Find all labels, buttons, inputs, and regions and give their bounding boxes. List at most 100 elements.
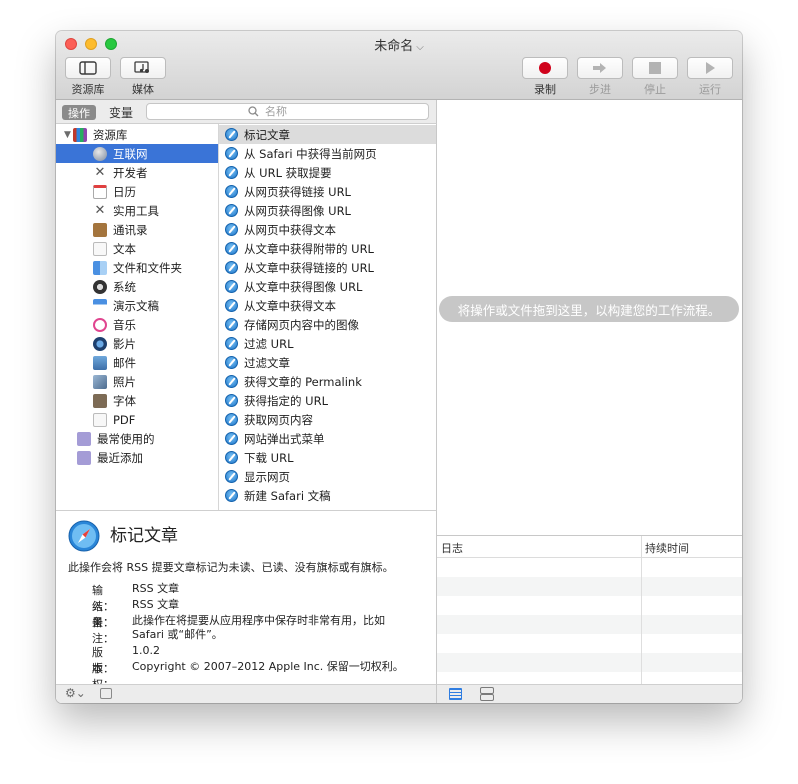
description-title: 标记文章 [110,526,178,546]
step-label: 步进 [589,83,611,96]
action-item[interactable]: 存储网页内容中的图像 [219,315,436,334]
safari-compass-icon [225,299,238,312]
text-document-icon [93,241,107,256]
safari-compass-icon [225,242,238,255]
action-label: 从文章中获得链接的 URL [244,260,374,275]
column-divider [641,536,642,557]
safari-compass-icon [225,413,238,426]
library-item-internet[interactable]: 互联网 [56,144,218,163]
library-item-text[interactable]: 文本 [56,239,218,258]
title-bar: 未命名 ⌵ 资源库 媒体 录制 步进 停止 运行 [56,31,742,100]
window-title-text: 未命名 [374,39,414,54]
library-item-pdf[interactable]: PDF [56,410,218,429]
action-label: 从网页获得图像 URL [244,203,351,218]
record-button[interactable] [522,57,568,79]
description-toggle-icon[interactable] [100,688,112,699]
result-value: RSS 文章 [132,598,180,611]
library-item-utilities[interactable]: ✕ 实用工具 [56,201,218,220]
library-item-label: PDF [113,412,136,427]
safari-compass-icon [225,489,238,502]
library-item-label: 开发者 [113,165,148,180]
duration-column-header[interactable]: 持续时间 [645,540,689,556]
safari-compass-icon [225,432,238,445]
media-button[interactable] [120,57,166,79]
smart-folder-recently-added[interactable]: 最近添加 [56,448,218,467]
smart-folder-most-used[interactable]: 最常使用的 [56,429,218,448]
workflow-pane: 将操作或文件拖到这里，以构建您的工作流程。 日志 持续时间 [437,100,742,703]
action-label: 从网页中获得文本 [244,222,336,237]
gear-menu-icon[interactable]: ⚙⌄ [65,686,86,700]
action-item[interactable]: 从 Safari 中获得当前网页 [219,144,436,163]
library-item-mail[interactable]: 邮件 [56,353,218,372]
action-item[interactable]: 从 URL 获取提要 [219,163,436,182]
library-label: 资源库 [71,83,105,96]
tools-icon: ✕ [94,164,106,180]
action-label: 标记文章 [244,127,290,142]
safari-compass-icon [225,166,238,179]
action-item[interactable]: 过滤文章 [219,353,436,372]
action-item[interactable]: 新建 Safari 文稿 [219,486,436,505]
calendar-icon [93,184,107,199]
disclosure-triangle-icon[interactable]: ▼ [64,130,71,140]
library-item-music[interactable]: 音乐 [56,315,218,334]
smart-folder-label: 最常使用的 [97,431,155,446]
action-label: 显示网页 [244,469,290,484]
safari-compass-icon [225,375,238,388]
library-item-label: 音乐 [113,317,136,332]
action-item[interactable]: 下载 URL [219,448,436,467]
library-root[interactable]: ▼ 资源库 [56,125,218,144]
library-item-label: 系统 [113,279,136,294]
safari-compass-icon [225,261,238,274]
action-label: 存储网页内容中的图像 [244,317,359,332]
action-item[interactable]: 从网页获得链接 URL [219,182,436,201]
list-view-icon[interactable] [449,688,462,700]
library-button[interactable] [65,57,111,79]
system-icon [93,279,107,294]
chevron-down-icon: ⌵ [416,42,424,53]
search-input[interactable] [263,104,327,119]
library-item-fonts[interactable]: 字体 [56,391,218,410]
search-field[interactable] [146,103,429,120]
library-item-presentations[interactable]: 演示文稿 [56,296,218,315]
tab-actions[interactable]: 操作 [62,105,96,120]
action-item[interactable]: 标记文章 [219,125,436,144]
step-icon [593,63,606,73]
window-title[interactable]: 未命名 ⌵ [56,35,742,54]
action-item[interactable]: 从文章中获得附带的 URL [219,239,436,258]
library-item-label: 字体 [113,393,136,408]
library-item-label: 文件和文件夹 [113,260,182,275]
note-key: 备注： [92,616,114,645]
action-item[interactable]: 从网页获得图像 URL [219,201,436,220]
library-item-contacts[interactable]: 通讯录 [56,220,218,239]
tab-variables[interactable]: 变量 [109,104,133,121]
action-label: 获得指定的 URL [244,393,328,408]
action-label: 从文章中获得文本 [244,298,336,313]
action-item[interactable]: 获得文章的 Permalink [219,372,436,391]
action-item[interactable]: 网站弹出式菜单 [219,429,436,448]
log-column-header[interactable]: 日志 [441,540,463,556]
record-icon [539,62,551,74]
action-item[interactable]: 从文章中获得链接的 URL [219,258,436,277]
action-label: 从 Safari 中获得当前网页 [244,146,377,161]
action-item[interactable]: 获取网页内容 [219,410,436,429]
library-item-developer[interactable]: ✕ 开发者 [56,163,218,182]
action-item[interactable]: 显示网页 [219,467,436,486]
library-item-movies[interactable]: 影片 [56,334,218,353]
action-item[interactable]: 过滤 URL [219,334,436,353]
description-summary: 此操作会将 RSS 提要文章标记为未读、已读、没有旗标或有旗标。 [68,561,394,574]
action-item[interactable]: 从网页中获得文本 [219,220,436,239]
step-button[interactable] [577,57,623,79]
library-item-system[interactable]: 系统 [56,277,218,296]
library-item-photos[interactable]: 照片 [56,372,218,391]
stop-button[interactable] [632,57,678,79]
safari-compass-icon [225,394,238,407]
action-item[interactable]: 从文章中获得文本 [219,296,436,315]
library-item-calendar[interactable]: 日历 [56,182,218,201]
action-item[interactable]: 获得指定的 URL [219,391,436,410]
split-view-icon[interactable] [480,687,494,694]
run-button[interactable] [687,57,733,79]
library-item-files-folders[interactable]: 文件和文件夹 [56,258,218,277]
workflow-area[interactable]: 将操作或文件拖到这里，以构建您的工作流程。 [437,100,742,536]
library-bottom-bar: ⚙⌄ [56,684,437,703]
action-item[interactable]: 从文章中获得图像 URL [219,277,436,296]
